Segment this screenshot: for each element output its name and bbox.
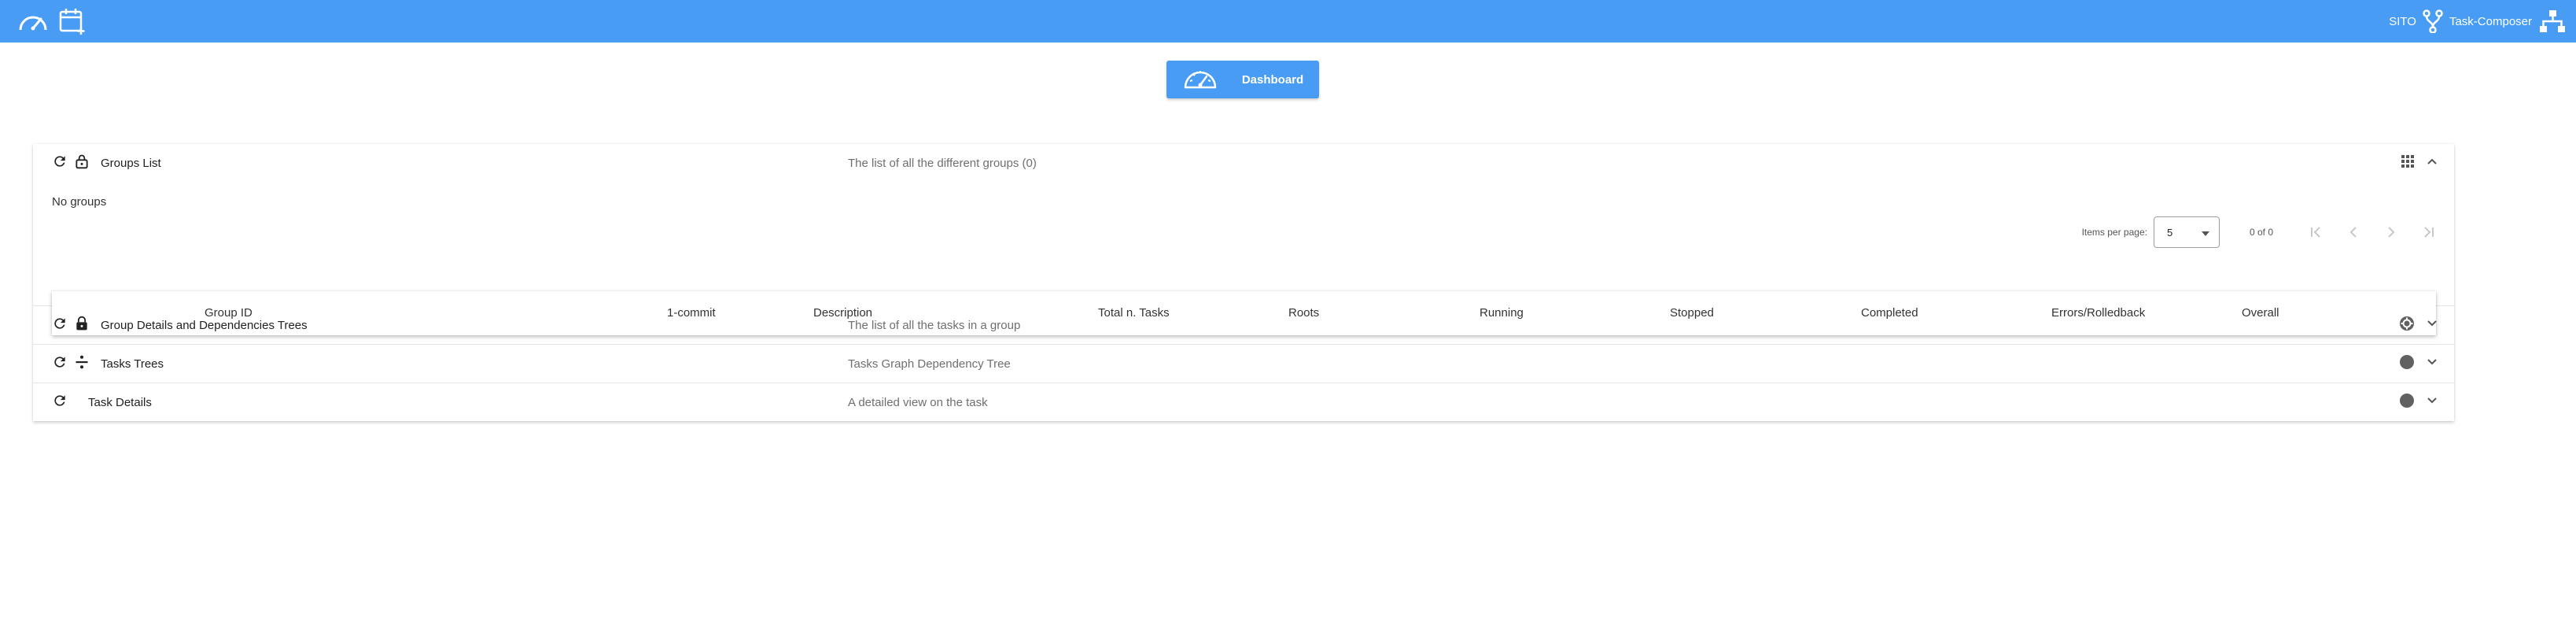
empty-state-text: No groups — [52, 195, 107, 209]
task-details-header[interactable]: Task Details A detailed view on the task — [33, 383, 2454, 421]
dashboard-button[interactable]: Dashboard — [1166, 61, 1319, 98]
refresh-icon[interactable] — [52, 354, 68, 374]
tasks-trees-title: Tasks Trees — [101, 357, 164, 371]
toolbar-label-sito: SITO — [2389, 14, 2416, 28]
items-per-page-label: Items per page: — [2081, 227, 2147, 238]
task-details-description: A detailed view on the task — [848, 395, 988, 409]
chevron-down-icon[interactable] — [2426, 317, 2438, 334]
toolbar-label-task-composer: Task-Composer — [2449, 14, 2532, 28]
groups-list-body: No groups Items per page: 5 0 of 0 Group… — [33, 182, 2454, 335]
groups-list-description: The list of all the different groups (0) — [848, 156, 1037, 170]
sitemap-icon[interactable] — [2538, 9, 2567, 34]
chevron-down-icon[interactable] — [2426, 394, 2438, 411]
lock-open-icon[interactable] — [74, 153, 90, 173]
top-toolbar: SITO Task-Composer — [0, 0, 2576, 43]
range-label: 0 of 0 — [2249, 227, 2273, 238]
grid-icon[interactable] — [2401, 154, 2415, 172]
groups-list-header[interactable]: Groups List The list of all the differen… — [33, 144, 2454, 182]
chevron-up-icon[interactable] — [2426, 155, 2438, 172]
status-dot-icon — [2399, 393, 2415, 412]
tasks-trees-header[interactable]: Tasks Trees Tasks Graph Dependency Tree — [33, 345, 2454, 383]
group-details-description: The list of all the tasks in a group — [848, 318, 1021, 332]
caret-down-icon — [2201, 227, 2209, 238]
paginator: Items per page: 5 0 of 0 — [2082, 216, 2437, 248]
items-per-page-value: 5 — [2166, 226, 2173, 238]
group-details-title: Group Details and Dependencies Trees — [101, 318, 308, 332]
refresh-icon[interactable] — [52, 153, 68, 173]
first-page-icon[interactable] — [2308, 224, 2324, 240]
groups-list-title: Groups List — [101, 156, 161, 170]
fork-icon[interactable] — [2423, 9, 2443, 33]
items-per-page-select[interactable]: 5 — [2153, 216, 2220, 248]
next-page-icon[interactable] — [2383, 224, 2399, 240]
tasks-trees-description: Tasks Graph Dependency Tree — [848, 357, 1011, 371]
calendar-add-icon[interactable] — [58, 7, 87, 35]
speedometer-icon — [1182, 65, 1218, 94]
chevron-down-icon[interactable] — [2426, 356, 2438, 372]
status-dot-icon — [2399, 354, 2415, 374]
refresh-icon[interactable] — [52, 316, 68, 335]
lock-icon[interactable] — [74, 316, 90, 335]
last-page-icon[interactable] — [2421, 224, 2437, 240]
group-details-header[interactable]: Group Details and Dependencies Trees The… — [33, 306, 2454, 344]
task-details-title: Task Details — [88, 395, 152, 409]
dashboard-button-label: Dashboard — [1241, 72, 1304, 87]
division-icon[interactable] — [74, 354, 90, 374]
speedometer-icon[interactable] — [17, 8, 49, 35]
refresh-icon[interactable] — [52, 393, 68, 412]
previous-page-icon[interactable] — [2346, 224, 2361, 240]
cog-circle-icon — [2399, 316, 2415, 335]
accordion: Groups List The list of all the differen… — [33, 144, 2454, 421]
